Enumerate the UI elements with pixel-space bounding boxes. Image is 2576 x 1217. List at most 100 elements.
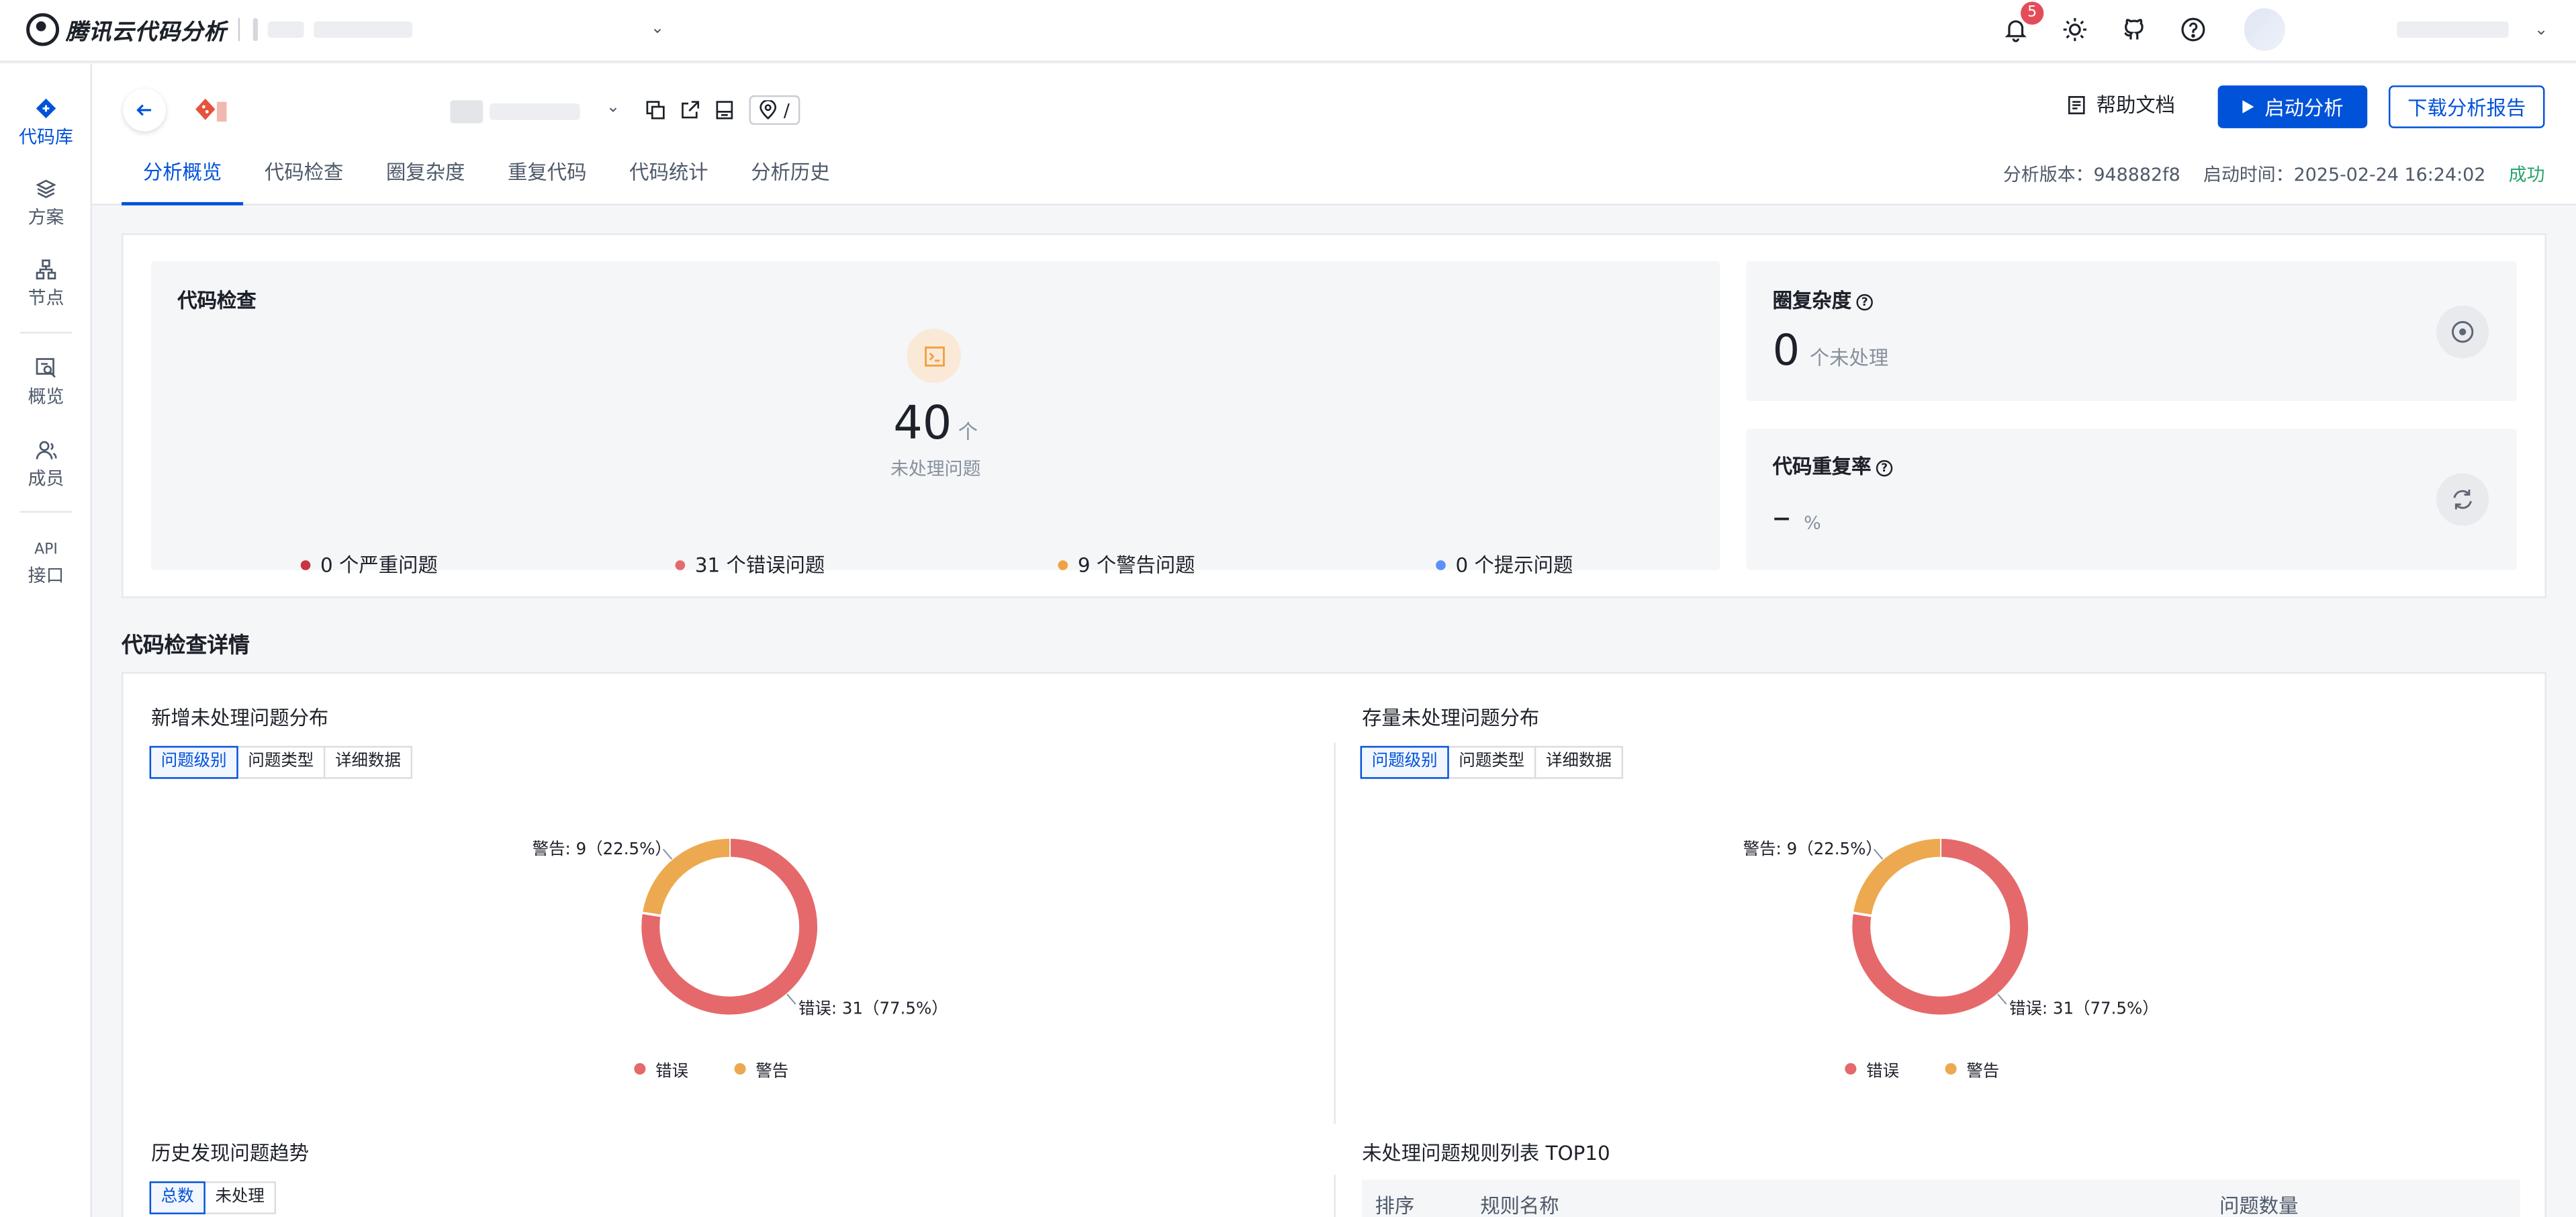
question-icon[interactable]: ? [1856,293,1873,310]
legend-error[interactable]: 错误 [1845,1056,1899,1081]
seg-issue-level[interactable]: 问题级别 [149,746,238,779]
sidebar-item-label: API [34,542,58,559]
refresh-icon [2436,473,2489,526]
severity-label: 9 个警告问题 [1077,553,1195,577]
seg-issue-type[interactable]: 问题类型 [236,746,326,779]
user-menu[interactable]: ⌄ [2244,7,2548,52]
col-issue-count: 问题数量 [2219,1194,2299,1217]
stock-dist-title: 存量未处理问题分布 [1362,706,1540,730]
top10-title: 未处理问题规则列表 TOP10 [1362,1142,1610,1165]
info-dot [1436,559,1446,570]
details-card: 新增未处理问题分布 问题级别 问题类型 详细数据 警告: 9（22.5%） 错误… [122,672,2546,1217]
project-blurred-text [267,21,304,38]
back-button[interactable] [123,89,167,132]
start-analysis-button[interactable]: 启动分析 [2217,85,2368,128]
seg-unhandled[interactable]: 未处理 [203,1181,276,1214]
path-value: / [783,99,790,121]
help-icon[interactable] [2175,11,2211,48]
question-icon[interactable]: ? [1876,459,1893,476]
legend-label: 错误 [655,1063,689,1081]
sidebar-item-members[interactable]: 成员 [0,439,92,491]
top10-table-header: 排序 规则名称 问题数量 [1362,1179,2520,1217]
storage-icon[interactable] [715,100,734,120]
column-divider [1334,1175,1336,1217]
repo-blurred-text [490,103,580,120]
severity-critical: 0 个严重问题 [300,551,438,579]
tab-code-check[interactable]: 代码检查 [243,153,365,206]
notification-badge: 5 [2021,1,2044,25]
bell-icon[interactable]: 5 [1998,1,2044,48]
legend-warning[interactable]: 警告 [1945,1056,2000,1081]
tab-overview[interactable]: 分析概览 [122,153,244,206]
sidebar-item-api[interactable]: API 接口 [0,537,92,590]
complexity-value-row: 0 个未处理 [1773,327,1889,376]
repo-name [450,100,580,124]
help-doc-label: 帮助文档 [2096,93,2176,117]
tencent-logo-icon [26,13,60,46]
seg-detail-data[interactable]: 详细数据 [323,746,413,779]
copy-icon[interactable] [645,100,665,120]
seg-issue-level[interactable]: 问题级别 [1360,746,1449,779]
sidebar-item-label: 节点 [28,287,64,309]
legend-warning[interactable]: 警告 [734,1056,789,1081]
node-icon [36,259,56,280]
chevron-down-icon[interactable]: ⌄ [651,19,665,38]
target-icon [2436,306,2489,359]
new-dist-title: 新增未处理问题分布 [151,706,329,730]
start-time: 启动时间：2025-02-24 16:24:02 [2203,164,2486,186]
code-check-panel[interactable]: 代码检查 40 个 未处理问题 0 个严重问题 31 个错误问题 9 个警告问题… [151,261,1720,577]
external-link-icon[interactable] [680,100,700,120]
new-dist-legend: 错误 警告 [634,1056,788,1081]
tab-history[interactable]: 分析历史 [729,153,851,206]
sidebar-item-node[interactable]: 节点 [0,258,92,310]
chevron-down-icon[interactable]: ⌄ [606,99,620,117]
details-title: 代码检查详情 [122,634,250,660]
download-report-label: 下载分析报告 [2407,96,2526,120]
duplication-unit: % [1804,512,1821,535]
seg-issue-type[interactable]: 问题类型 [1447,746,1536,779]
complexity-unit: 个未处理 [1809,347,1889,370]
help-doc-link[interactable]: 帮助文档 [2067,91,2176,119]
tab-duplicate[interactable]: 重复代码 [486,153,608,206]
top-bar: 腾讯云代码分析 ⌄ 5 ⌄ [0,0,2576,62]
legend-label: 警告 [755,1063,789,1081]
legend-error[interactable]: 错误 [634,1056,688,1081]
theme-sun-icon[interactable] [2057,11,2093,48]
project-selector[interactable] [252,13,647,46]
sidebar-item-scheme[interactable]: 方案 [0,177,92,230]
sidebar-item-label: 接口 [28,565,64,587]
arrow-left-icon [136,104,152,116]
new-warning-data-label: 警告: 9（22.5%） [532,841,672,860]
complexity-panel[interactable]: 圈复杂度? 0 个未处理 [1746,261,2517,401]
tab-statistics[interactable]: 代码统计 [608,153,729,206]
sidebar-item-overview[interactable]: 概览 [0,357,92,409]
code-check-title: 代码检查 [177,289,257,312]
codebase-icon [36,98,56,119]
app-logo[interactable]: 腾讯云代码分析 [26,13,226,46]
severity-label: 0 个提示问题 [1455,553,1573,577]
play-icon [2243,100,2255,114]
path-tag[interactable]: / [749,95,800,125]
tab-complexity[interactable]: 圈复杂度 [365,153,486,206]
issue-count-row: 40 个 [151,396,1720,451]
repo-header: ⌄ / 帮助文档 启动分析 下载分析报告 分析概览 代码检查 圈复杂度 重复代码 [91,64,2576,206]
legend-error-dot [634,1063,646,1075]
leader-line [786,993,796,1005]
sidebar-divider [19,510,73,513]
sidebar-item-codebase[interactable]: 代码库 [0,87,92,167]
legend-label: 警告 [1966,1063,2000,1081]
download-report-button[interactable]: 下载分析报告 [2389,85,2545,128]
duplication-panel[interactable]: 代码重复率? – % [1746,429,2517,570]
new-dist-segmented: 问题级别 问题类型 详细数据 [149,746,413,779]
column-divider [1334,742,1336,1124]
new-error-data-label: 错误: 31（77.5%） [798,1000,948,1019]
legend-warning-dot [734,1063,746,1075]
seg-detail-data[interactable]: 详细数据 [1534,746,1624,779]
github-icon[interactable] [2116,11,2152,48]
legend-label: 错误 [1866,1063,1900,1081]
seg-total[interactable]: 总数 [149,1181,205,1214]
project-blurred-text [314,21,413,38]
count-unit: 个 [958,420,978,444]
avatar [2244,8,2286,51]
warning-dot [1058,559,1068,570]
